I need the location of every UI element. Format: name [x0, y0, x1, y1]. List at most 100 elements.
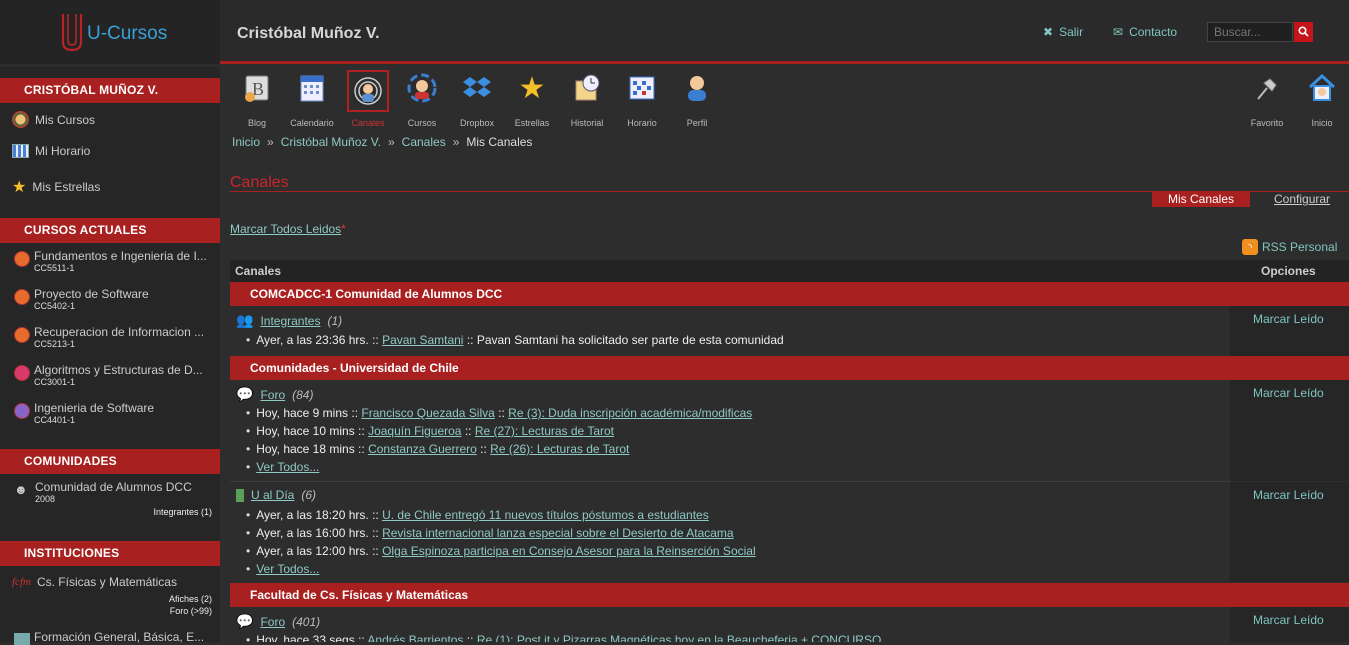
sidebar-course[interactable]: Recuperacion de Informacion ... CC5213-1 — [14, 325, 214, 349]
toolbar-canales[interactable]: Canales — [343, 70, 393, 128]
breadcrumb-link[interactable]: Inicio — [232, 135, 260, 149]
item-separator: :: — [358, 633, 365, 642]
sidebar-institution[interactable]: Formación General, Básica, E... — [14, 630, 214, 645]
item-thread-link[interactable]: Re (1): Post it y Pizarras Magnéticas ho… — [477, 633, 882, 642]
sidebar-item-mis-cursos[interactable]: Mis Cursos — [12, 111, 95, 128]
sidebar-course[interactable]: Ingenieria de Software CC4401-1 — [14, 401, 214, 425]
item-thread-link[interactable]: Re (3): Duda inscripción académica/modif… — [508, 406, 752, 420]
list-item: Ayer, a las 12:00 hrs. :: Olga Espinoza … — [246, 542, 756, 560]
toolbar-dropbox[interactable]: Dropbox — [452, 70, 502, 128]
list-item: Hoy, hace 18 mins :: Constanza Guerrero … — [246, 440, 752, 458]
channel-link[interactable]: U al Día — [251, 488, 294, 502]
profile-icon — [680, 70, 714, 106]
item-separator: :: — [466, 633, 474, 642]
item-thread-link[interactable]: Re (27): Lecturas de Tarot — [475, 424, 614, 438]
sidebar-institution[interactable]: fcfm Cs. Físicas y Matemáticas — [12, 575, 177, 589]
community-members-link[interactable]: Integrantes (1) — [153, 507, 212, 517]
mark-read-link[interactable]: Marcar Leído — [1253, 386, 1324, 400]
search-input[interactable] — [1207, 22, 1293, 42]
breadcrumb-link[interactable]: Canales — [402, 135, 446, 149]
course-face-icon — [14, 403, 30, 419]
sidebar-item-mis-estrellas[interactable]: ★ Mis Estrellas — [12, 177, 100, 197]
channel-items: Ayer, a las 18:20 hrs. :: U. de Chile en… — [246, 506, 756, 578]
breadcrumb-separator: » — [387, 135, 395, 149]
toolbar-historial[interactable]: Historial — [562, 70, 612, 128]
course-face-icon — [14, 251, 30, 267]
toolbar-horario[interactable]: Horario — [617, 70, 667, 128]
course-name: Proyecto de Software — [34, 287, 149, 301]
mark-read-link[interactable]: Marcar Leído — [1253, 312, 1324, 326]
header-user-name: Cristóbal Muñoz V. — [237, 25, 380, 42]
list-item: Hoy, hace 10 mins :: Joaquín Figueroa ::… — [246, 422, 752, 440]
breadcrumb-link[interactable]: Cristóbal Muñoz V. — [281, 135, 381, 149]
item-author-link[interactable]: Joaquín Figueroa — [368, 424, 461, 438]
view-all-link[interactable]: Ver Todos... — [256, 562, 319, 576]
item-thread-link[interactable]: Re (26): Lecturas de Tarot — [490, 442, 629, 456]
mark-all-read-link[interactable]: Marcar Todos Leidos — [230, 222, 341, 236]
institution-foro-link[interactable]: Foro (>99) — [170, 606, 212, 616]
search-button[interactable] — [1294, 22, 1313, 42]
breadcrumb-separator: » — [452, 135, 460, 149]
item-separator: :: — [351, 406, 359, 420]
toolbar-blog[interactable]: B Blog — [232, 70, 282, 128]
list-item: Ayer, a las 18:20 hrs. :: U. de Chile en… — [246, 506, 756, 524]
item-author-link[interactable]: Francisco Quezada Silva — [361, 406, 494, 420]
course-code: CC5213-1 — [34, 339, 76, 349]
channel-link[interactable]: Foro — [260, 615, 285, 629]
options-cell: Marcar Leído — [1230, 482, 1349, 582]
toolbar-cursos[interactable]: Cursos — [397, 70, 447, 128]
list-item: Ver Todos... — [246, 458, 752, 476]
sidebar-course[interactable]: Proyecto de Software CC5402-1 — [14, 287, 214, 311]
toolbar-label: Favorito — [1250, 118, 1284, 128]
news-icon — [236, 488, 244, 502]
breadcrumb-separator: » — [267, 135, 274, 149]
logout-link[interactable]: ✖ Salir — [1043, 25, 1083, 39]
channel-link[interactable]: Integrantes — [260, 314, 320, 328]
item-news-link[interactable]: Revista internacional lanza especial sob… — [382, 526, 734, 540]
sidebar-course[interactable]: Algoritmos y Estructuras de D... CC3001-1 — [14, 363, 214, 387]
view-all-link[interactable]: Ver Todos... — [256, 460, 319, 474]
tab-configurar[interactable]: Configurar — [1274, 191, 1330, 207]
item-news-link[interactable]: Olga Espinoza participa en Consejo Aseso… — [382, 544, 756, 558]
channel-title: 💬 Foro (401) — [236, 613, 320, 630]
course-name: Recuperacion de Informacion ... — [34, 325, 205, 339]
item-author-link[interactable]: Constanza Guerrero — [368, 442, 477, 456]
sidebar-institutions-heading: INSTITUCIONES — [0, 541, 220, 566]
sidebar-community[interactable]: ☻ Comunidad de Alumnos DCC 2008 — [14, 480, 214, 504]
item-separator: :: — [358, 424, 365, 438]
forum-icon: 💬 — [236, 386, 254, 402]
toolbar-favorito[interactable]: Favorito — [1242, 70, 1292, 128]
sidebar-course[interactable]: Fundamentos e Ingenieria de I... CC5511-1 — [14, 249, 214, 273]
top-header: U-Cursos Cristóbal Muñoz V. ✖ Salir ✉ Co… — [0, 0, 1349, 64]
mark-read-link[interactable]: Marcar Leído — [1253, 613, 1324, 627]
tab-mis-canales[interactable]: Mis Canales — [1152, 191, 1250, 207]
channel-title: U al Día (6) — [236, 488, 316, 502]
sidebar-item-mi-horario[interactable]: Mi Horario — [12, 144, 90, 158]
toolbar-label: Calendario — [290, 118, 334, 128]
item-separator: :: — [466, 333, 474, 347]
item-text: Pavan Samtani ha solicitado ser parte de… — [476, 333, 784, 347]
mark-all-read: Marcar Todos Leidos* — [230, 222, 346, 236]
toolbar-inicio[interactable]: Inicio — [1297, 70, 1347, 128]
toolbar-label: Canales — [351, 118, 385, 128]
toolbar-estrellas[interactable]: ★ Estrellas — [507, 70, 557, 129]
item-author-link[interactable]: Andrés Barrientos — [367, 633, 463, 642]
institution-afiches-link[interactable]: Afiches (2) — [169, 594, 212, 604]
toolbar-perfil[interactable]: Perfil — [672, 70, 722, 128]
rss-personal-link[interactable]: ◝ RSS Personal — [1242, 239, 1337, 255]
list-item: Ver Todos... — [246, 560, 756, 578]
course-code: CC3001-1 — [34, 377, 76, 387]
rss-label: RSS Personal — [1262, 240, 1338, 254]
toolbar-label: Historial — [570, 118, 604, 128]
item-author-link[interactable]: Pavan Samtani — [382, 333, 463, 347]
schedule-icon — [625, 70, 659, 106]
toolbar-label: Blog — [247, 118, 266, 128]
options-cell: Marcar Leído — [1230, 306, 1349, 356]
toolbar-calendario[interactable]: Calendario — [287, 70, 337, 128]
u-cursos-logo[interactable]: U-Cursos — [60, 12, 170, 52]
contact-link[interactable]: ✉ Contacto — [1113, 25, 1177, 39]
channel-link[interactable]: Foro — [260, 388, 285, 402]
item-news-link[interactable]: U. de Chile entregó 11 nuevos títulos pó… — [382, 508, 709, 522]
mark-read-link[interactable]: Marcar Leído — [1253, 488, 1324, 502]
list-item: Hoy, hace 9 mins :: Francisco Quezada Si… — [246, 404, 752, 422]
